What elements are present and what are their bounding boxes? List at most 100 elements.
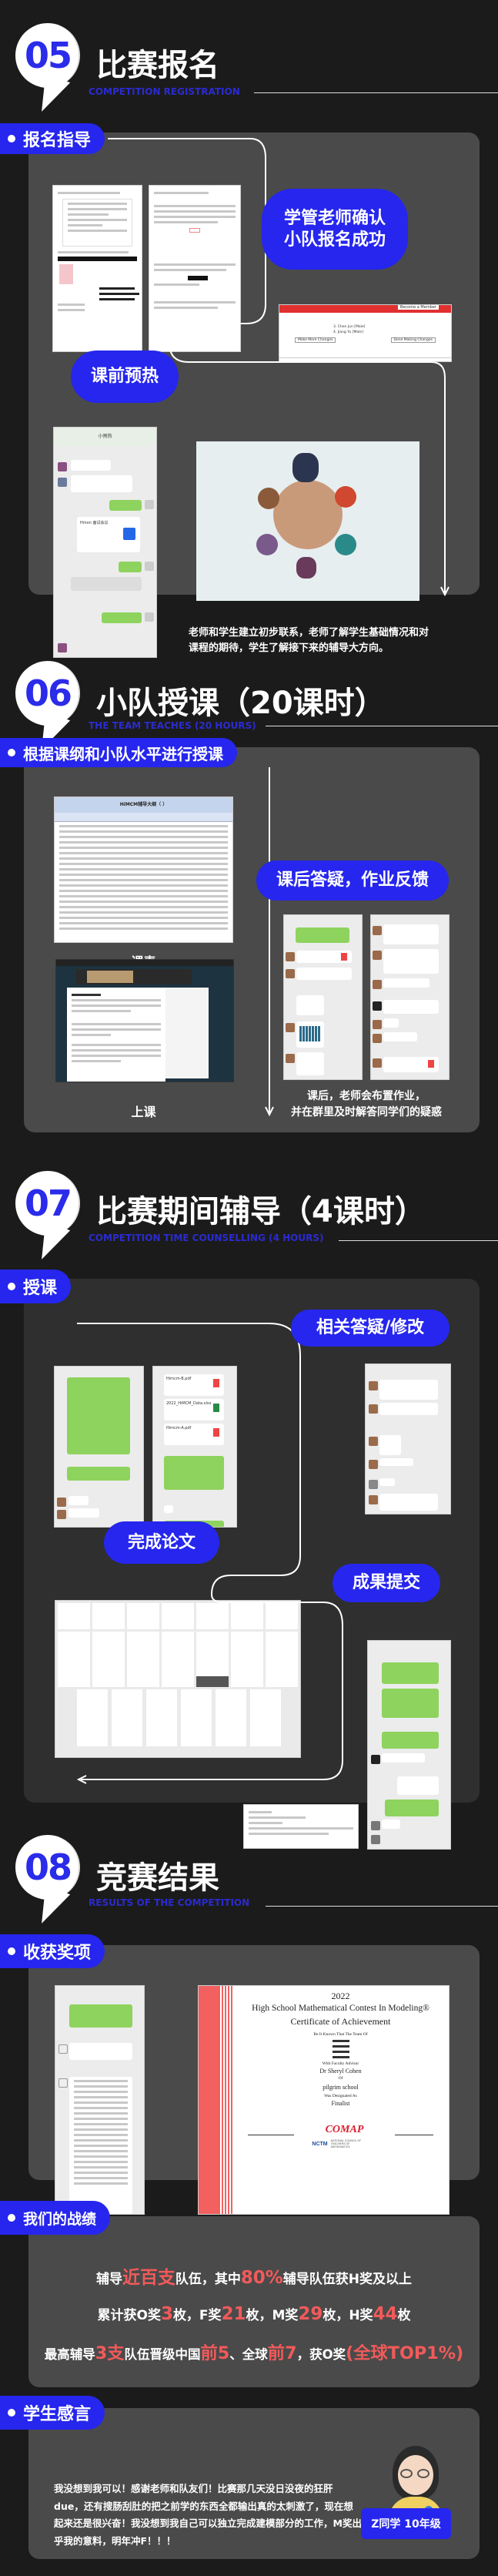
section-number: 05 xyxy=(24,35,72,76)
award-announcement-chat xyxy=(55,1985,145,2215)
certificate-known: Be It Known That The Team Of xyxy=(313,2032,368,2037)
homework-caption: 课后，老师会布置作业， 并在群里及时解答同学们的疑惑 xyxy=(291,1090,442,1119)
section-subtitle: THE TEAM TEACHES (20 HOURS) xyxy=(89,720,256,731)
stat-highlight: 80% xyxy=(240,2268,283,2288)
tag-our-record: 我们的战绩 xyxy=(0,2201,111,2235)
stat-line-highest: 最高辅导3支队伍晋级中国前5、全球前7，获O奖(全球TOP1%) xyxy=(28,2340,480,2364)
chat-title: 小预热 xyxy=(54,428,156,446)
bullet-icon xyxy=(8,749,15,756)
stat-text: 队伍，其中 xyxy=(175,2272,241,2287)
tag-lecture: 授课 xyxy=(0,1270,72,1303)
online-class-screenshot xyxy=(55,959,234,1082)
meeting-illustration xyxy=(196,441,419,601)
stat-line-awards: 累计获O奖3枚，F奖21枚，M奖29枚，H奖44枚 xyxy=(28,2304,480,2324)
signature-left xyxy=(248,2125,295,2135)
bullet-icon xyxy=(8,2409,15,2417)
stat-highlight: 44 xyxy=(373,2304,398,2324)
section-subtitle: COMPETITION REGISTRATION xyxy=(89,86,240,97)
divider xyxy=(266,1906,498,1907)
section-number-bubble: 05 xyxy=(15,23,80,88)
tag-registration-guide: 报名指导 xyxy=(0,123,105,154)
confirm-registration-pill: 学管老师确认 小队报名成功 xyxy=(262,189,408,270)
pre-class-warmup-pill: 课前预热 xyxy=(71,351,179,403)
stat-highlight: 近百支 xyxy=(122,2268,175,2288)
complete-paper-pill: 完成论文 xyxy=(104,1521,219,1564)
comap-logo: COMAP xyxy=(325,2124,364,2135)
tag-awards: 收获奖项 xyxy=(0,1934,105,1968)
divider xyxy=(339,1240,498,1241)
stat-highlight: 29 xyxy=(298,2304,323,2324)
section-number-bubble: 08 xyxy=(15,1835,80,1900)
lecture-chat-screenshot-2: Himcm-B.pdf 2022_HiMCM_Data.xlsx Himcm-A… xyxy=(152,1366,237,1528)
paper-pages-thumbnail xyxy=(55,1600,301,1758)
stat-text: 辅导 xyxy=(96,2272,123,2287)
stat-highlight: 21 xyxy=(221,2304,246,2324)
stat-text: ，获O奖 xyxy=(296,2347,346,2362)
designated-label: Was Designated As xyxy=(324,2094,357,2098)
certificate-title: Certificate of Achievement xyxy=(290,2016,391,2027)
certificate-contest: High School Mathematical Contest In Mode… xyxy=(252,2004,429,2013)
schedule-title: HiMCM辅导大纲（ ） xyxy=(55,797,232,813)
advisor-label: With Faculty Advisor xyxy=(322,2061,359,2066)
section-subtitle: RESULTS OF THE COMPETITION xyxy=(89,1897,250,1908)
divider xyxy=(254,92,498,93)
section-title: 比赛报名 xyxy=(96,48,219,83)
bullet-icon xyxy=(8,135,15,143)
section-05-header: 05 比赛报名 COMPETITION REGISTRATION xyxy=(0,0,498,123)
tag-label: 收获奖项 xyxy=(23,1944,92,1963)
stat-text: 最高辅导 xyxy=(44,2347,95,2362)
certificate-of: Of xyxy=(338,2076,343,2081)
member-item: 4. Jiang Yu [Male] xyxy=(333,330,363,334)
homework-chat-screenshot-2 xyxy=(370,914,450,1080)
section-subtitle: COMPETITION TIME COUNSELLING (4 HOURS) xyxy=(89,1233,324,1243)
registration-form-screenshot-1 xyxy=(52,185,142,352)
tag-label: 根据课纲和小队水平进行授课 xyxy=(23,744,223,763)
certificate-year: 2022 xyxy=(331,1991,350,2001)
section-number: 08 xyxy=(24,1846,72,1888)
section-number: 06 xyxy=(24,673,72,714)
section-number: 07 xyxy=(24,1182,72,1224)
stat-line-teams: 辅导近百支队伍，其中80%辅导队伍获H奖及以上 xyxy=(28,2262,480,2289)
revision-chat-screenshot xyxy=(365,1363,451,1514)
nctm-logo: NCTM xyxy=(312,2141,328,2147)
make-more-changes-button: Make More Changes xyxy=(295,337,336,343)
stat-text: 枚，F奖 xyxy=(172,2308,222,2323)
section-06-header: 06 小队授课（20课时） THE TEAM TEACHES (20 HOURS… xyxy=(0,616,498,740)
stat-highlight: 前5 xyxy=(200,2343,230,2363)
stat-text: 队伍晋级中国 xyxy=(124,2347,201,2362)
certificate-of-achievement: 2022 High School Mathematical Contest In… xyxy=(198,1985,450,2215)
tag-teaching: 根据课纲和小队水平进行授课 xyxy=(0,738,237,767)
section-title: 比赛期间辅导（4课时） xyxy=(96,1194,426,1229)
lecture-chat-screenshot-1 xyxy=(54,1366,144,1528)
registration-form-screenshot-2 xyxy=(149,185,241,352)
section-number-bubble: 06 xyxy=(15,661,80,726)
bullet-icon xyxy=(8,1947,15,1955)
done-making-changes-button: Done Making Changes xyxy=(390,337,436,343)
section-title: 竞赛结果 xyxy=(96,1860,219,1896)
submit-results-pill: 成果提交 xyxy=(333,1564,440,1602)
nctm-text: NATIONAL COUNCIL OF TEACHERS OF MATHEMAT… xyxy=(330,2139,362,2148)
stat-highlight: 前7 xyxy=(267,2343,297,2363)
qa-revision-pill: 相关答疑/修改 xyxy=(291,1310,450,1347)
class-label: 上课 xyxy=(131,1105,156,1119)
tag-label: 学生感言 xyxy=(23,2405,92,2424)
stat-highlight: (全球TOP1%) xyxy=(346,2343,464,2363)
school-name: pilgrim school xyxy=(323,2084,359,2091)
section-07-header: 07 比赛期间辅导（4课时） COMPETITION TIME COUNSELL… xyxy=(0,1148,498,1271)
tag-student-testimonial: 学生感言 xyxy=(0,2396,105,2430)
homework-chat-screenshot-1 xyxy=(283,914,363,1080)
stat-highlight: 3支 xyxy=(95,2343,125,2363)
bullet-icon xyxy=(8,1283,15,1290)
course-schedule-table: HiMCM辅导大纲（ ） xyxy=(54,797,233,943)
testimonial-text: 我没想到我可以！感谢老师和队友们！比赛那几天没日没夜的狂肝due，还有搜肠刮肚的… xyxy=(54,2483,362,2547)
tag-label: 报名指导 xyxy=(23,131,92,150)
stat-text: 辅导队伍获H奖及以上 xyxy=(282,2272,412,2287)
stat-text: 枚，M奖 xyxy=(246,2308,299,2323)
section-08-header: 08 竞赛结果 RESULTS OF THE COMPETITION xyxy=(0,1810,498,1934)
round-table xyxy=(273,480,343,549)
after-class-qa-pill: 课后答疑，作业反馈 xyxy=(256,860,449,901)
become-member-button: Become a Member xyxy=(397,305,439,310)
signature-right xyxy=(394,2125,433,2135)
advisor-name: Dr Sheryl Cohen xyxy=(319,2068,362,2075)
student-name-badge: Z同学 10年级 xyxy=(361,2508,451,2539)
